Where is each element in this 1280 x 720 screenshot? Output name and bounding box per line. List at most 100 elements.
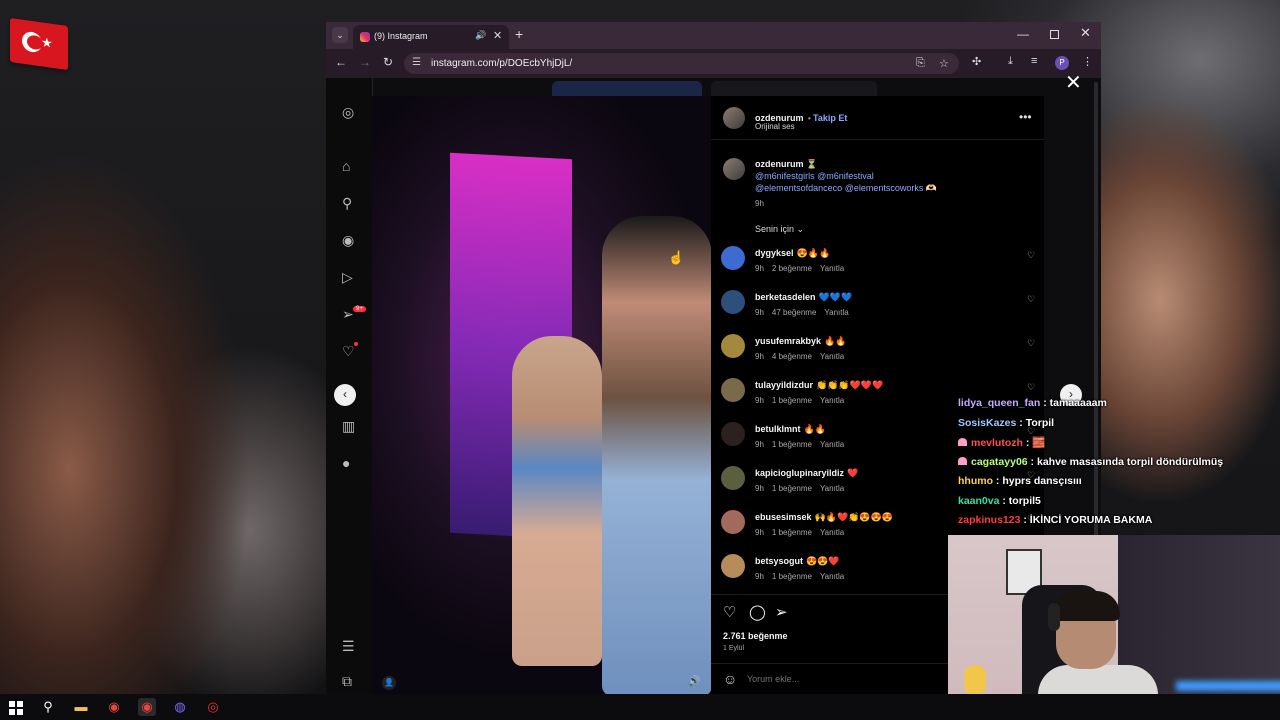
comment-like-heart-icon[interactable]: ♡ xyxy=(1027,382,1035,393)
comment-like-count[interactable]: 1 beğenme xyxy=(772,528,812,537)
comment-icon[interactable]: ◯ xyxy=(749,603,766,621)
tagged-user-icon[interactable]: 👤 xyxy=(382,676,396,690)
comment-like-heart-icon[interactable]: ♡ xyxy=(1027,294,1035,305)
caption-mentions-1[interactable]: @m6nifestgirls @m6nifestival xyxy=(755,171,874,181)
new-tab-icon[interactable]: + xyxy=(515,26,523,42)
windows-start-icon[interactable] xyxy=(7,698,25,716)
comment-like-count[interactable]: 1 beğenme xyxy=(772,396,812,405)
obs-icon[interactable]: ◎ xyxy=(204,698,222,716)
more-menu-icon[interactable]: ☰ xyxy=(342,638,355,655)
chat-text: kahve masasında torpil döndürülmüş xyxy=(1036,455,1224,468)
profile-avatar[interactable]: P xyxy=(1055,56,1069,70)
comment-reply-button[interactable]: Yanıtla xyxy=(820,572,844,581)
comment-avatar[interactable] xyxy=(721,510,745,534)
comment-avatar[interactable] xyxy=(721,290,745,314)
comment-username[interactable]: tulayyildizdur xyxy=(755,380,813,390)
discord-icon[interactable]: ◍ xyxy=(171,698,189,716)
comment-avatar[interactable] xyxy=(721,466,745,490)
address-bar[interactable]: ☰ instagram.com/p/DOEcbYhjDjL/ ⎘ ☆ xyxy=(404,53,959,74)
caption-avatar[interactable] xyxy=(723,158,745,180)
bookmark-star-icon[interactable]: ☆ xyxy=(939,57,949,70)
comment-avatar[interactable] xyxy=(721,554,745,578)
extensions-icon[interactable]: ✣ xyxy=(972,55,981,68)
chat-message: hhumo : hyprs dansçısııı xyxy=(958,475,1082,487)
comment-reply-button[interactable]: Yanıtla xyxy=(820,528,844,537)
chat-username: cagatayy06 xyxy=(971,455,1028,468)
caption-username[interactable]: ozdenurum xyxy=(755,159,804,169)
comment-time: 9h xyxy=(755,308,764,317)
comment-like-heart-icon[interactable]: ♡ xyxy=(1027,250,1035,261)
comment-like-count[interactable]: 1 beğenme xyxy=(772,484,812,493)
comment-username[interactable]: dygyksel xyxy=(755,248,794,258)
reels-icon[interactable]: ▷ xyxy=(342,269,353,286)
follow-button[interactable]: Takip Et xyxy=(813,113,847,123)
audio-label[interactable]: Orijinal ses xyxy=(755,122,795,131)
search-icon[interactable]: ⚲ xyxy=(342,195,352,212)
install-app-icon[interactable]: ⎘ xyxy=(916,57,925,70)
download-icon[interactable]: ⤓ xyxy=(1008,55,1013,68)
comment-username[interactable]: kapicioglupinaryildiz xyxy=(755,468,844,478)
more-options-icon[interactable]: ••• xyxy=(1019,110,1032,124)
messages-icon[interactable]: ➢ xyxy=(342,306,354,323)
comment-like-count[interactable]: 47 beğenme xyxy=(772,308,816,317)
explore-icon[interactable]: ◉ xyxy=(342,232,354,249)
chrome-active-icon[interactable]: ◉ xyxy=(138,698,156,716)
comment-like-count[interactable]: 1 beğenme xyxy=(772,440,812,449)
comment-reply-button[interactable]: Yanıtla xyxy=(824,308,848,317)
like-heart-icon[interactable]: ♡ xyxy=(723,603,736,621)
dashboard-icon[interactable]: ▥ xyxy=(342,418,355,435)
site-info-icon[interactable]: ☰ xyxy=(412,57,421,68)
tab-search-icon[interactable]: ⌄ xyxy=(332,27,348,43)
media-control-icon[interactable]: ≡ xyxy=(1031,55,1037,67)
comment-avatar[interactable] xyxy=(721,246,745,270)
comment-username[interactable]: berketasdelen xyxy=(755,292,816,302)
instagram-logo-icon[interactable]: ◎ xyxy=(342,104,354,121)
author-avatar[interactable] xyxy=(723,107,745,129)
home-icon[interactable]: ⌂ xyxy=(342,158,350,174)
comment-avatar[interactable] xyxy=(721,378,745,402)
speaker-icon[interactable]: 🔊 xyxy=(475,30,486,41)
comment-like-heart-icon[interactable]: ♡ xyxy=(1027,338,1035,349)
window-close-icon[interactable]: ✕ xyxy=(1080,25,1091,41)
previous-post-button[interactable]: ‹ xyxy=(334,384,356,406)
comment-like-count[interactable]: 4 beğenme xyxy=(772,352,812,361)
post-video[interactable]: ☝ 👤 🔊 xyxy=(372,96,711,694)
comment-reply-button[interactable]: Yanıtla xyxy=(820,484,844,493)
comment-username[interactable]: yusufemrakbyk xyxy=(755,336,821,346)
comment-reply-button[interactable]: Yanıtla xyxy=(820,264,844,273)
add-comment-input[interactable] xyxy=(747,674,947,684)
chat-badge-icon xyxy=(958,438,967,446)
like-count[interactable]: 2.761 beğenme xyxy=(723,631,788,641)
comment-reply-button[interactable]: Yanıtla xyxy=(820,396,844,405)
comment-username[interactable]: betsysogut xyxy=(755,556,803,566)
volume-icon[interactable]: 🔊 xyxy=(688,676,700,687)
comment-avatar[interactable] xyxy=(721,334,745,358)
reload-icon[interactable]: ↻ xyxy=(383,55,393,69)
comment-username[interactable]: ebusesimsek xyxy=(755,512,812,522)
comment-like-count[interactable]: 2 beğenme xyxy=(772,264,812,273)
comment-username[interactable]: betulklmnt xyxy=(755,424,801,434)
comment-reply-button[interactable]: Yanıtla xyxy=(820,440,844,449)
chat-username: kaan0va xyxy=(958,494,1000,507)
emoji-icon[interactable]: ☺ xyxy=(723,671,737,687)
chrome-icon[interactable]: ◉ xyxy=(105,698,123,716)
share-icon[interactable]: ➢ xyxy=(775,603,788,621)
comment-like-count[interactable]: 1 beğenme xyxy=(772,572,812,581)
notifications-heart-icon[interactable]: ♡ xyxy=(342,343,355,360)
close-post-icon[interactable]: ✕ xyxy=(1065,70,1082,95)
forward-icon[interactable]: → xyxy=(359,55,371,69)
also-from-meta-icon[interactable]: ⧉ xyxy=(342,673,352,690)
tab-close-icon[interactable]: ✕ xyxy=(493,29,502,42)
browser-menu-icon[interactable]: ⋮ xyxy=(1082,55,1093,68)
comment-reply-button[interactable]: Yanıtla xyxy=(820,352,844,361)
comment-sort-dropdown[interactable]: Senin için ⌄ xyxy=(755,224,804,235)
minimize-icon[interactable]: — xyxy=(1017,27,1029,41)
back-icon[interactable]: ← xyxy=(335,55,347,69)
caption-mentions-2[interactable]: @elementsofdanceco @elementscoworks xyxy=(755,183,923,193)
taskbar-search-icon[interactable]: ⚲ xyxy=(39,698,57,716)
maximize-icon[interactable] xyxy=(1050,30,1059,39)
file-explorer-icon[interactable]: ▬ xyxy=(72,698,90,716)
profile-icon[interactable]: ● xyxy=(342,455,350,471)
comment-avatar[interactable] xyxy=(721,422,745,446)
tab-instagram[interactable]: (9) Instagram 🔊 ✕ xyxy=(353,25,509,49)
